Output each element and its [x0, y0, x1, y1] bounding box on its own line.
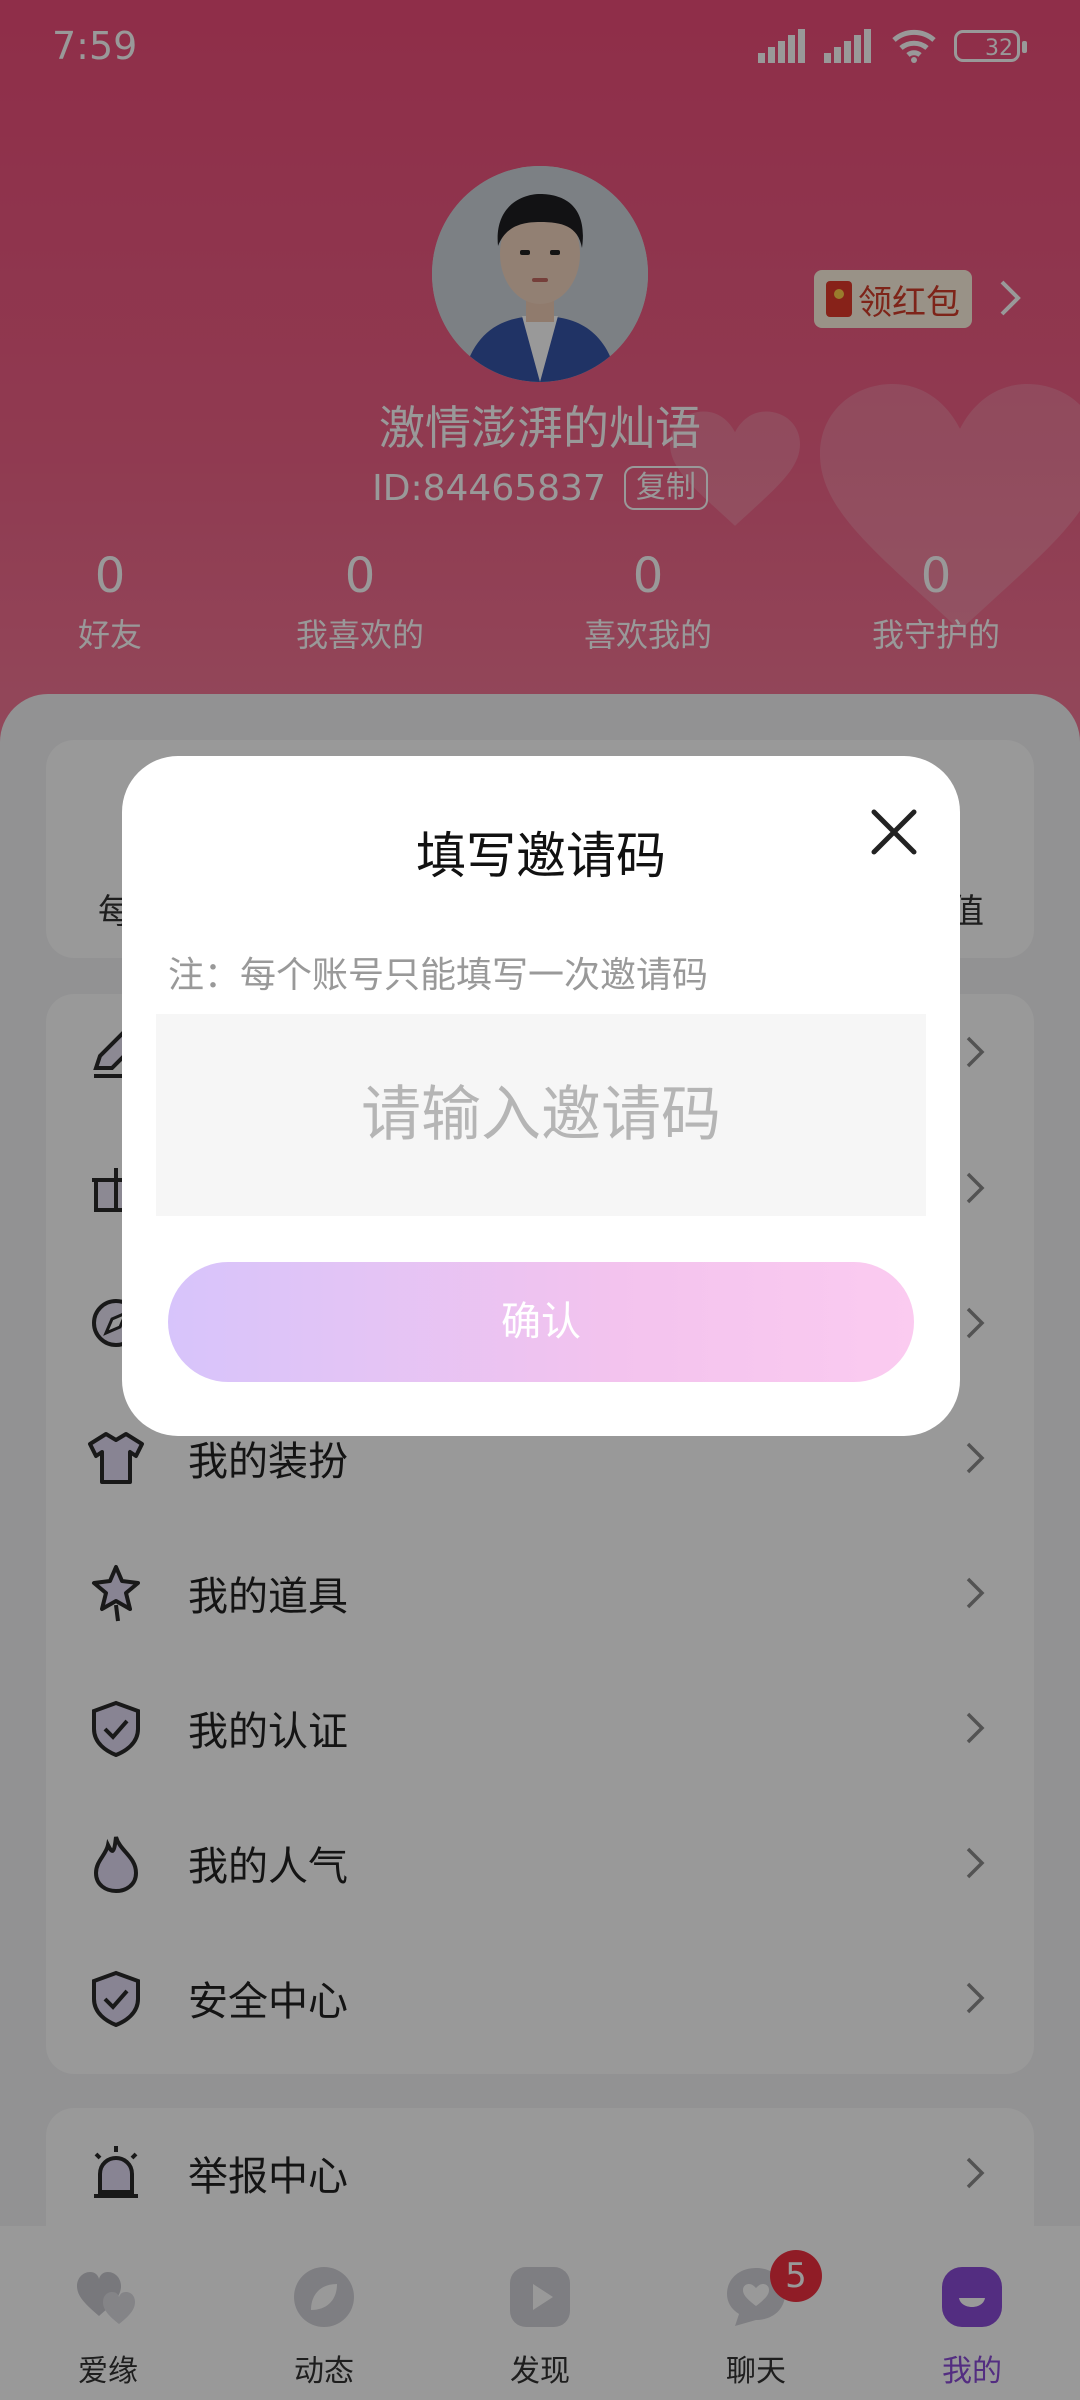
dialog-note: 注：每个账号只能填写一次邀请码: [168, 955, 709, 996]
invite-code-dialog: 填写邀请码 注：每个账号只能填写一次邀请码 确认: [122, 756, 960, 1436]
dialog-title: 填写邀请码: [416, 827, 666, 885]
close-icon[interactable]: [862, 800, 926, 864]
confirm-button[interactable]: 确认: [168, 1262, 914, 1382]
invite-code-input[interactable]: [156, 1014, 926, 1216]
